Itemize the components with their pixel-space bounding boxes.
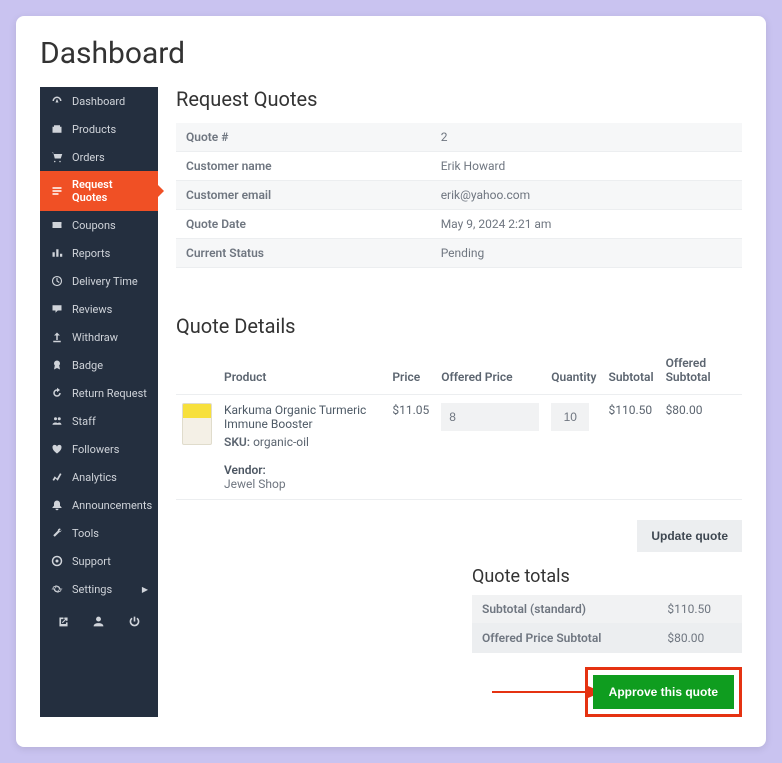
table-row: Offered Price Subtotal$80.00: [472, 624, 742, 653]
sidebar-item-label: Support: [72, 555, 111, 568]
sidebar-item-tools[interactable]: Tools: [40, 519, 158, 547]
support-icon: [50, 554, 64, 568]
col-price: Price: [386, 350, 435, 395]
main-content: Request Quotes Quote #2 Customer nameEri…: [176, 87, 742, 717]
sidebar: Dashboard Products Orders Request Quotes…: [40, 87, 158, 717]
quotes-icon: [50, 184, 64, 198]
chevron-right-icon: ▶: [142, 585, 148, 594]
sidebar-item-label: Request Quotes: [72, 178, 148, 204]
sidebar-item-label: Reviews: [72, 303, 112, 316]
annotation-highlight-box: Approve this quote: [585, 667, 742, 717]
staff-icon: [50, 414, 64, 428]
dashboard-icon: [50, 94, 64, 108]
sidebar-item-followers[interactable]: Followers: [40, 435, 158, 463]
table-row: Quote #2: [176, 123, 742, 152]
table-row: Customer nameErik Howard: [176, 152, 742, 181]
quote-details-heading: Quote Details: [176, 314, 742, 338]
vendor-label: Vendor:: [224, 463, 380, 477]
sidebar-item-label: Followers: [72, 443, 119, 456]
sidebar-item-request-quotes[interactable]: Request Quotes: [40, 171, 158, 211]
sidebar-item-orders[interactable]: Orders: [40, 143, 158, 171]
sidebar-item-support[interactable]: Support: [40, 547, 158, 575]
price-cell: $11.05: [386, 395, 435, 500]
sidebar-item-label: Dashboard: [72, 95, 125, 108]
table-row: Subtotal (standard)$110.50: [472, 595, 742, 624]
quote-totals-table: Subtotal (standard)$110.50 Offered Price…: [472, 595, 742, 653]
sidebar-item-label: Return Request: [72, 387, 147, 400]
update-quote-button[interactable]: Update quote: [637, 520, 742, 552]
offered-subtotal-cell: $80.00: [660, 395, 742, 500]
quote-totals-heading: Quote totals: [472, 566, 742, 587]
reviews-icon: [50, 302, 64, 316]
sidebar-item-label: Reports: [72, 247, 110, 260]
return-icon: [50, 386, 64, 400]
col-subtotal: Subtotal: [603, 350, 660, 395]
sidebar-item-badge[interactable]: Badge: [40, 351, 158, 379]
sidebar-item-label: Staff: [72, 415, 96, 428]
power-icon[interactable]: [126, 613, 142, 629]
clock-icon: [50, 274, 64, 288]
table-row: Quote DateMay 9, 2024 2:21 am: [176, 210, 742, 239]
badge-icon: [50, 358, 64, 372]
sidebar-item-label: Orders: [72, 151, 105, 164]
products-icon: [50, 122, 64, 136]
col-offered-price: Offered Price: [435, 350, 545, 395]
quote-info-table: Quote #2 Customer nameErik Howard Custom…: [176, 123, 742, 268]
quantity-input[interactable]: [551, 403, 589, 431]
sidebar-item-label: Coupons: [72, 219, 116, 232]
withdraw-icon: [50, 330, 64, 344]
table-row: Current StatusPending: [176, 239, 742, 268]
page-title: Dashboard: [40, 36, 742, 71]
sidebar-item-label: Settings: [72, 583, 112, 596]
offered-price-input[interactable]: [441, 403, 539, 431]
sidebar-item-label: Products: [72, 123, 116, 136]
col-product: Product: [218, 350, 386, 395]
sidebar-item-label: Delivery Time: [72, 275, 138, 288]
request-quotes-heading: Request Quotes: [176, 87, 742, 111]
sidebar-item-label: Badge: [72, 359, 103, 372]
sidebar-item-products[interactable]: Products: [40, 115, 158, 143]
sidebar-item-label: Tools: [72, 527, 99, 540]
sidebar-item-delivery-time[interactable]: Delivery Time: [40, 267, 158, 295]
sidebar-item-reviews[interactable]: Reviews: [40, 295, 158, 323]
sidebar-item-staff[interactable]: Staff: [40, 407, 158, 435]
sidebar-item-label: Announcements: [72, 499, 152, 512]
orders-icon: [50, 150, 64, 164]
settings-icon: [50, 582, 64, 596]
col-offered-subtotal: Offered Subtotal: [660, 350, 742, 395]
table-row: Karkuma Organic Turmeric Immune Booster …: [176, 395, 742, 500]
announcements-icon: [50, 498, 64, 512]
followers-icon: [50, 442, 64, 456]
vendor-name: Jewel Shop: [224, 477, 380, 491]
reports-icon: [50, 246, 64, 260]
user-icon[interactable]: [91, 613, 107, 629]
approve-quote-button[interactable]: Approve this quote: [593, 675, 734, 709]
sidebar-item-coupons[interactable]: Coupons: [40, 211, 158, 239]
tools-icon: [50, 526, 64, 540]
table-row: Customer emailerik@yahoo.com: [176, 181, 742, 210]
sidebar-item-withdraw[interactable]: Withdraw: [40, 323, 158, 351]
product-image: [182, 403, 212, 445]
quote-details-table: Product Price Offered Price Quantity Sub…: [176, 350, 742, 500]
product-name: Karkuma Organic Turmeric Immune Booster: [224, 403, 380, 431]
sidebar-item-announcements[interactable]: Announcements: [40, 491, 158, 519]
coupons-icon: [50, 218, 64, 232]
col-quantity: Quantity: [545, 350, 602, 395]
sidebar-item-label: Withdraw: [72, 331, 118, 344]
sidebar-item-analytics[interactable]: Analytics: [40, 463, 158, 491]
analytics-icon: [50, 470, 64, 484]
sidebar-item-label: Analytics: [72, 471, 117, 484]
sidebar-item-settings[interactable]: Settings ▶: [40, 575, 158, 603]
sidebar-footer: [40, 603, 158, 639]
sidebar-item-return-request[interactable]: Return Request: [40, 379, 158, 407]
subtotal-cell: $110.50: [603, 395, 660, 500]
sidebar-item-reports[interactable]: Reports: [40, 239, 158, 267]
external-link-icon[interactable]: [56, 613, 72, 629]
sidebar-item-dashboard[interactable]: Dashboard: [40, 87, 158, 115]
